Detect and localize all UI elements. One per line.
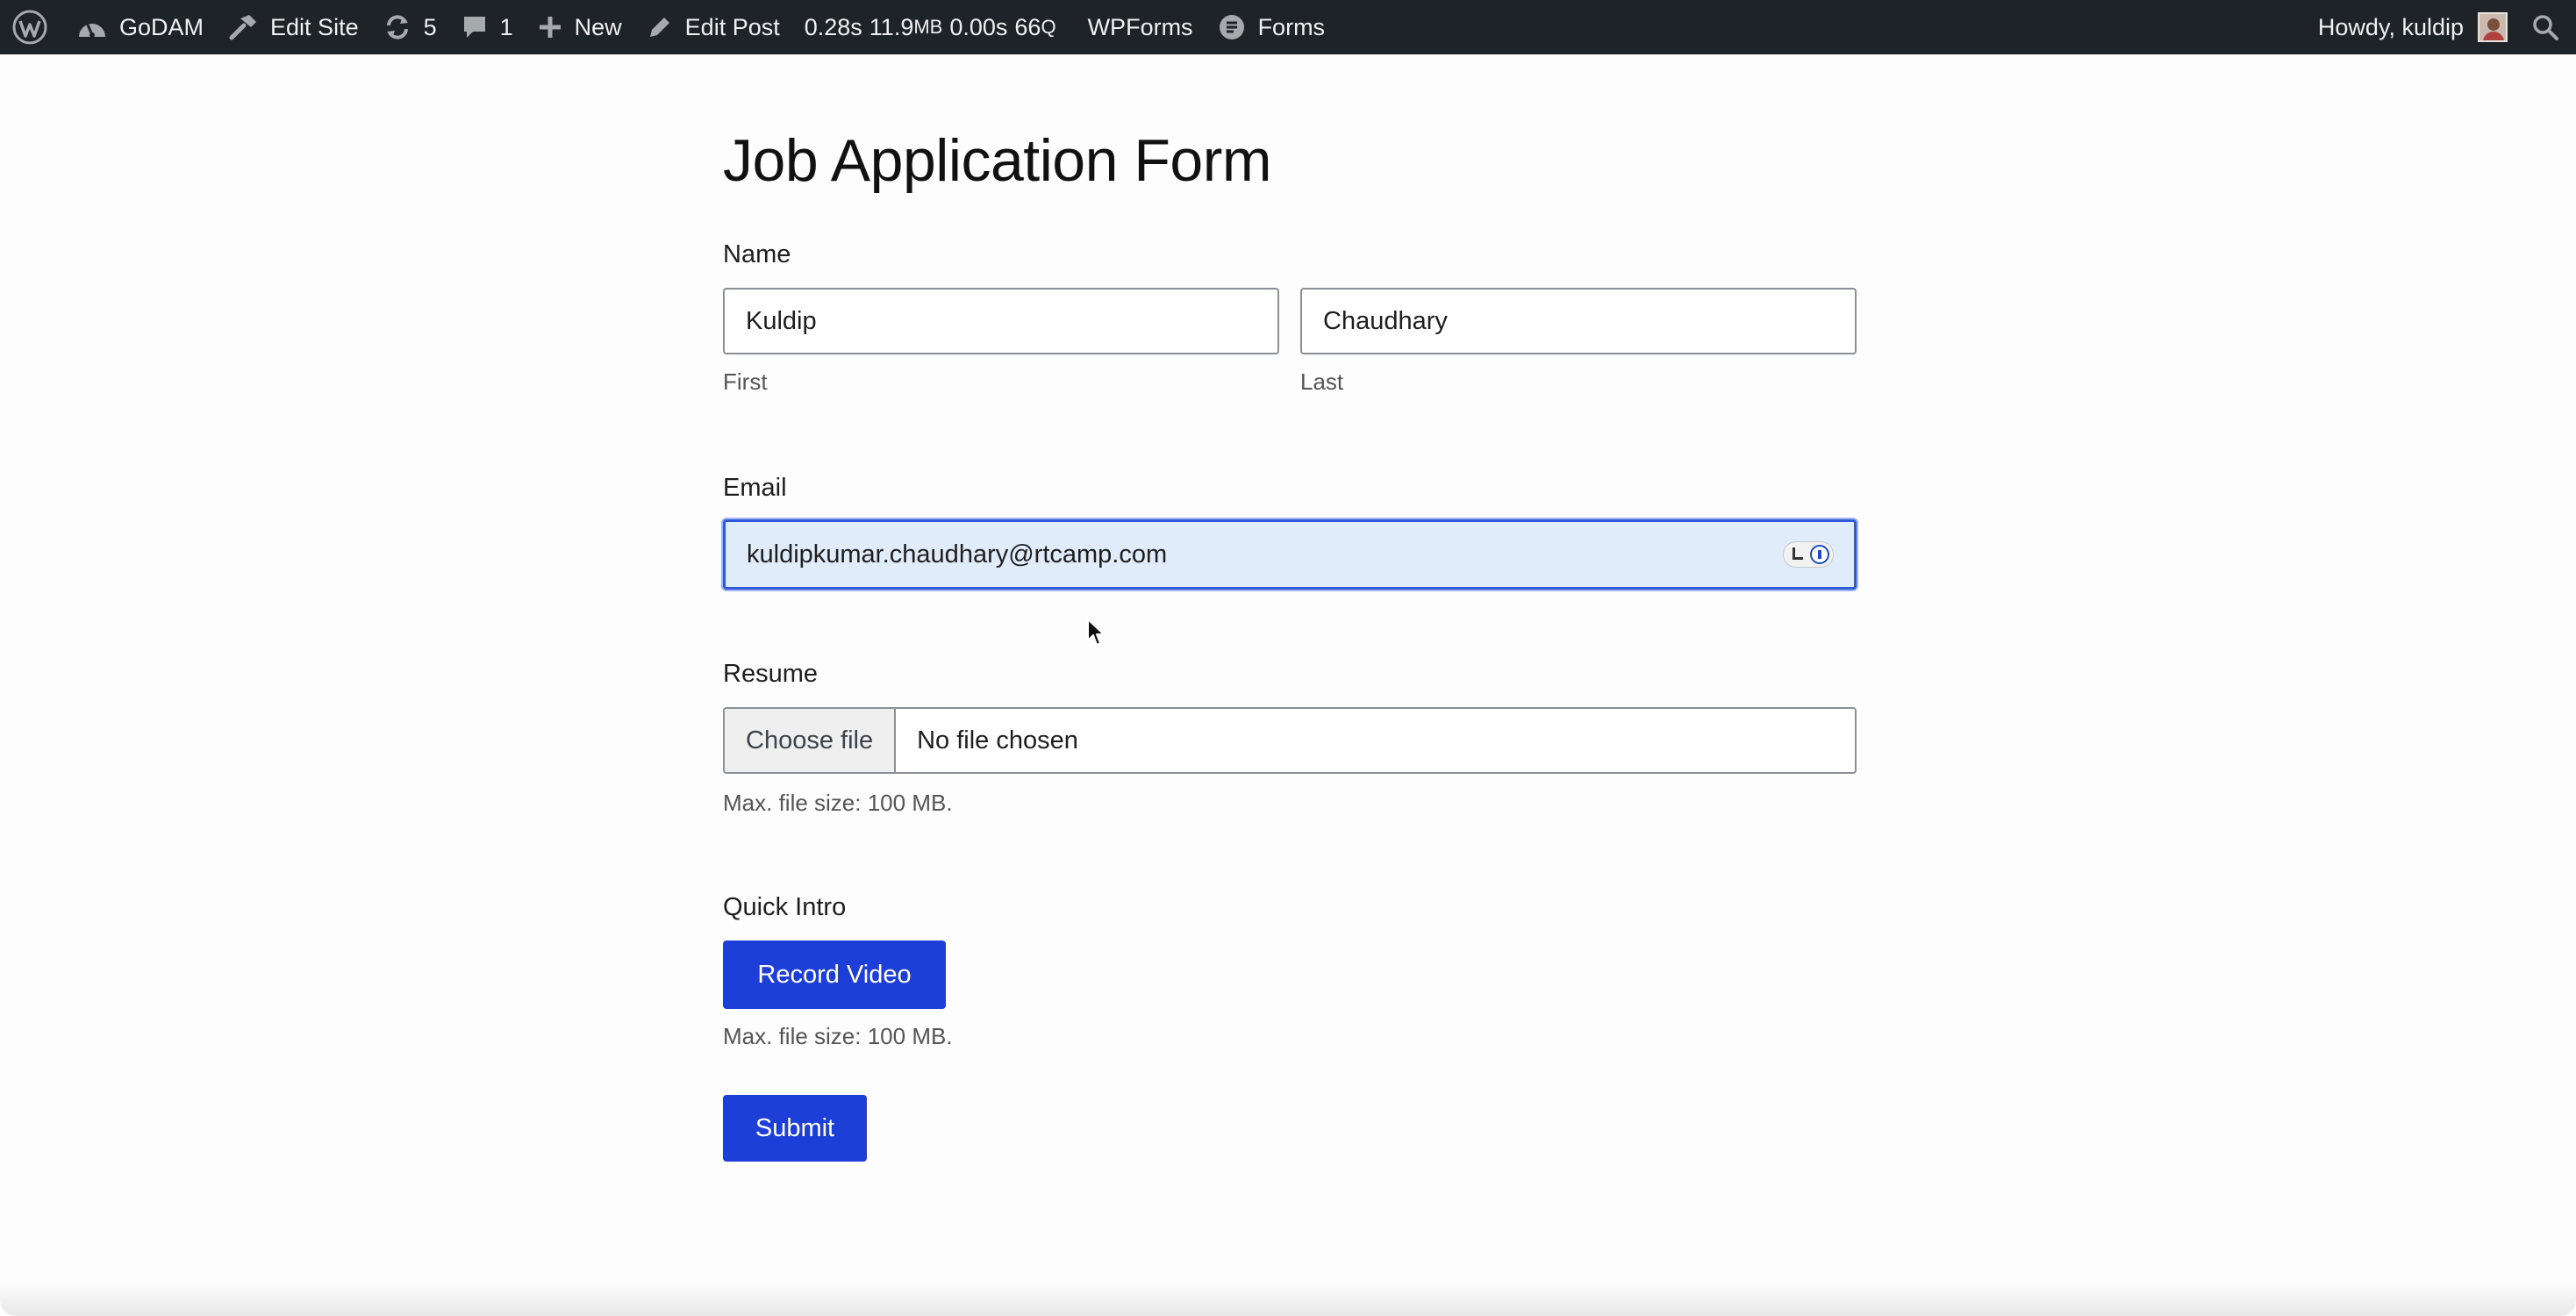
plus-icon	[539, 17, 561, 38]
wordpress-logo-icon	[12, 10, 47, 45]
email-field-wrapper	[723, 519, 1857, 590]
site-name-label: GoDAM	[119, 13, 204, 40]
last-name-input[interactable]	[1300, 288, 1857, 354]
password-manager-icon[interactable]	[1783, 541, 1834, 568]
first-name-input[interactable]	[723, 288, 1279, 354]
comments-count: 1	[499, 13, 513, 40]
resume-size-hint: Max. file size: 100 MB.	[723, 790, 953, 816]
resume-file-input[interactable]: Choose file No file chosen	[723, 707, 1857, 774]
memory-unit: MB	[913, 16, 943, 38]
site-name-menu[interactable]: GoDAM	[65, 0, 216, 54]
search-icon	[2533, 15, 2558, 40]
comment-bubble-icon	[463, 17, 485, 38]
email-input[interactable]	[723, 519, 1857, 590]
forms-logo-icon	[1219, 15, 1244, 39]
quick-intro-label: Quick Intro	[723, 893, 847, 921]
comments-menu[interactable]: 1	[449, 0, 526, 54]
edit-post-label: Edit Post	[684, 13, 780, 40]
query-monitor-stats[interactable]: 0.28s 11.9 MB 0.00s 66 Q	[792, 0, 1076, 54]
howdy-label: Howdy, kuldip	[2317, 13, 2464, 40]
page-time: 0.28s	[804, 13, 862, 40]
record-video-button[interactable]: Record Video	[723, 941, 946, 1009]
wordpress-logo-menu[interactable]	[0, 0, 65, 54]
pencil-icon	[649, 18, 669, 37]
queries-unit: Q	[1041, 16, 1056, 38]
submit-button[interactable]: Submit	[723, 1095, 867, 1162]
forms-label: Forms	[1257, 13, 1326, 40]
avatar	[2478, 12, 2508, 42]
dashboard-gauge-icon	[79, 22, 105, 38]
hammer-icon	[229, 15, 257, 40]
first-name-sublabel: First	[723, 368, 768, 395]
mouse-cursor-icon	[1087, 619, 1105, 646]
edit-post-menu[interactable]: Edit Post	[634, 0, 792, 54]
email-label: Email	[723, 474, 787, 502]
choose-file-button[interactable]: Choose file	[725, 709, 897, 772]
page-title: Job Application Form	[723, 127, 1271, 194]
updates-count: 5	[423, 13, 437, 40]
edit-site-menu[interactable]: Edit Site	[216, 0, 371, 54]
new-label: New	[574, 13, 622, 40]
updates-menu[interactable]: 5	[371, 0, 449, 54]
query-time: 0.00s	[949, 13, 1008, 40]
forms-menu[interactable]: Forms	[1206, 0, 1338, 54]
edit-site-label: Edit Site	[270, 13, 359, 40]
window-bottom-edge	[0, 1281, 2576, 1316]
info-circle-icon	[1810, 545, 1829, 564]
queries-value: 66	[1014, 13, 1041, 40]
user-account-menu[interactable]: Howdy, kuldip	[2306, 0, 2520, 54]
name-label: Name	[723, 240, 791, 268]
updates-refresh-icon	[386, 15, 408, 39]
admin-bar: GoDAM Edit Site 5 1 New Edit Post 0.28s …	[0, 0, 2576, 54]
video-size-hint: Max. file size: 100 MB.	[723, 1023, 953, 1049]
search-menu[interactable]	[2520, 0, 2576, 54]
file-status: No file chosen	[917, 726, 1078, 755]
resume-label: Resume	[723, 660, 818, 688]
last-name-sublabel: Last	[1300, 368, 1344, 395]
wpforms-menu[interactable]: WPForms	[1076, 0, 1206, 54]
key-glyph-icon	[1792, 547, 1803, 560]
new-content-menu[interactable]: New	[526, 0, 634, 54]
wpforms-label: WPForms	[1087, 13, 1193, 40]
memory-value: 11.9	[869, 13, 914, 40]
